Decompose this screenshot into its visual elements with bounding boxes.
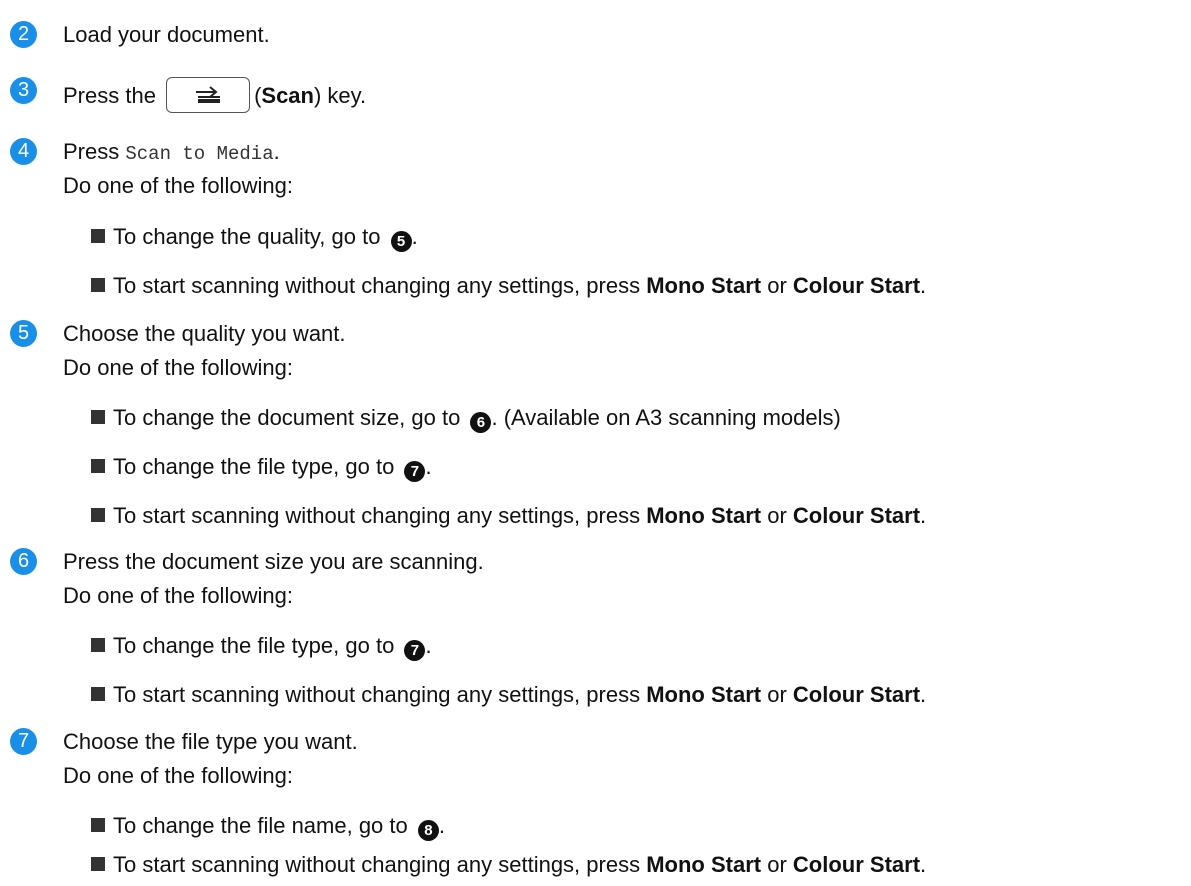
list-item: To change the quality, go to 5. <box>91 223 418 252</box>
step-text-post: . <box>273 139 280 164</box>
bullet-text: To change the file name, go to <box>113 813 408 838</box>
bullet-square-icon <box>91 410 105 424</box>
step-number-badge: 2 <box>10 21 37 48</box>
bullet-after: . <box>920 273 927 298</box>
bullet-square-icon <box>91 818 105 832</box>
step-number-badge: 5 <box>10 320 37 347</box>
step-text: Choose the file type you want. <box>63 729 358 754</box>
manual-page: 2 Load your document. 3 Press the (Scan)… <box>0 0 1191 886</box>
step-text: Load your document. <box>63 22 270 47</box>
step-text-pre: Press the <box>63 83 156 108</box>
bullet-text: To start scanning without changing any s… <box>113 852 641 877</box>
bullet-square-icon <box>91 508 105 522</box>
list-item: To start scanning without changing any s… <box>91 272 926 300</box>
step-text: Press the document size you are scanning… <box>63 549 484 574</box>
step-subtext: Do one of the following: <box>63 173 293 198</box>
step-ref-badge: 7 <box>404 461 426 482</box>
step-number-badge: 3 <box>10 77 37 104</box>
bullet-text: To change the file type, go to <box>113 454 395 479</box>
step-subtext: Do one of the following: <box>63 763 293 788</box>
colour-start-label: Colour Start <box>792 682 921 707</box>
step-text-post: ) key. <box>313 83 367 108</box>
mono-start-label: Mono Start <box>646 503 762 528</box>
bullet-text: To change the quality, go to <box>113 224 381 249</box>
step-ref-badge: 5 <box>390 231 412 252</box>
scan-key-button <box>166 77 251 113</box>
or-text: or <box>767 852 787 877</box>
step-number-badge: 7 <box>10 728 37 755</box>
bullet-after: . <box>920 852 927 877</box>
step-text-pre: Press <box>63 139 120 164</box>
step-ref-badge: 7 <box>404 640 426 661</box>
bullet-after: . <box>411 224 418 249</box>
bullet-square-icon <box>91 638 105 652</box>
bullet-square-icon <box>91 278 105 292</box>
bullet-after: . <box>425 454 432 479</box>
list-item: To start scanning without changing any s… <box>91 502 926 530</box>
bullet-text: To change the file type, go to <box>113 633 395 658</box>
list-item: To start scanning without changing any s… <box>91 851 926 879</box>
list-item: To change the file name, go to 8. <box>91 812 445 841</box>
mono-start-label: Mono Start <box>646 682 762 707</box>
list-item: To start scanning without changing any s… <box>91 681 926 709</box>
bullet-after: . <box>425 633 432 658</box>
step-number-badge: 6 <box>10 548 37 575</box>
mono-start-label: Mono Start <box>646 852 762 877</box>
step-number-badge: 4 <box>10 138 37 165</box>
scan-key-icon <box>196 86 221 103</box>
bullet-text: To start scanning without changing any s… <box>113 503 641 528</box>
bullet-after: . (Available on A3 scanning models) <box>491 405 841 430</box>
step-subtext: Do one of the following: <box>63 355 293 380</box>
mono-start-label: Mono Start <box>646 273 762 298</box>
bullet-after: . <box>438 813 446 838</box>
step-ref-badge: 6 <box>470 412 492 433</box>
bullet-text: To change the document size, go to <box>113 405 461 430</box>
bullet-text: To start scanning without changing any s… <box>113 273 641 298</box>
step-text: Press the (Scan) key. <box>63 77 366 113</box>
menu-option: Scan to Media <box>125 143 274 165</box>
step-text: Choose the quality you want. <box>63 321 346 346</box>
or-text: or <box>767 273 787 298</box>
step-subtext: Do one of the following: <box>63 583 293 608</box>
bullet-square-icon <box>91 687 105 701</box>
step-text: Press Scan to Media. <box>63 138 280 168</box>
colour-start-label: Colour Start <box>792 273 921 298</box>
or-text: or <box>767 503 787 528</box>
bullet-square-icon <box>91 459 105 473</box>
bullet-after: . <box>920 682 927 707</box>
or-text: or <box>767 682 787 707</box>
colour-start-label: Colour Start <box>792 852 921 877</box>
list-item: To change the file type, go to 7. <box>91 632 432 661</box>
bullet-square-icon <box>91 229 105 243</box>
bullet-square-icon <box>91 857 105 871</box>
key-name: Scan <box>261 83 314 108</box>
step-ref-badge: 8 <box>417 820 439 841</box>
bullet-text: To start scanning without changing any s… <box>113 682 641 707</box>
list-item: To change the file type, go to 7. <box>91 453 432 482</box>
bullet-after: . <box>920 503 927 528</box>
list-item: To change the document size, go to 6. (A… <box>91 404 841 433</box>
colour-start-label: Colour Start <box>792 503 921 528</box>
